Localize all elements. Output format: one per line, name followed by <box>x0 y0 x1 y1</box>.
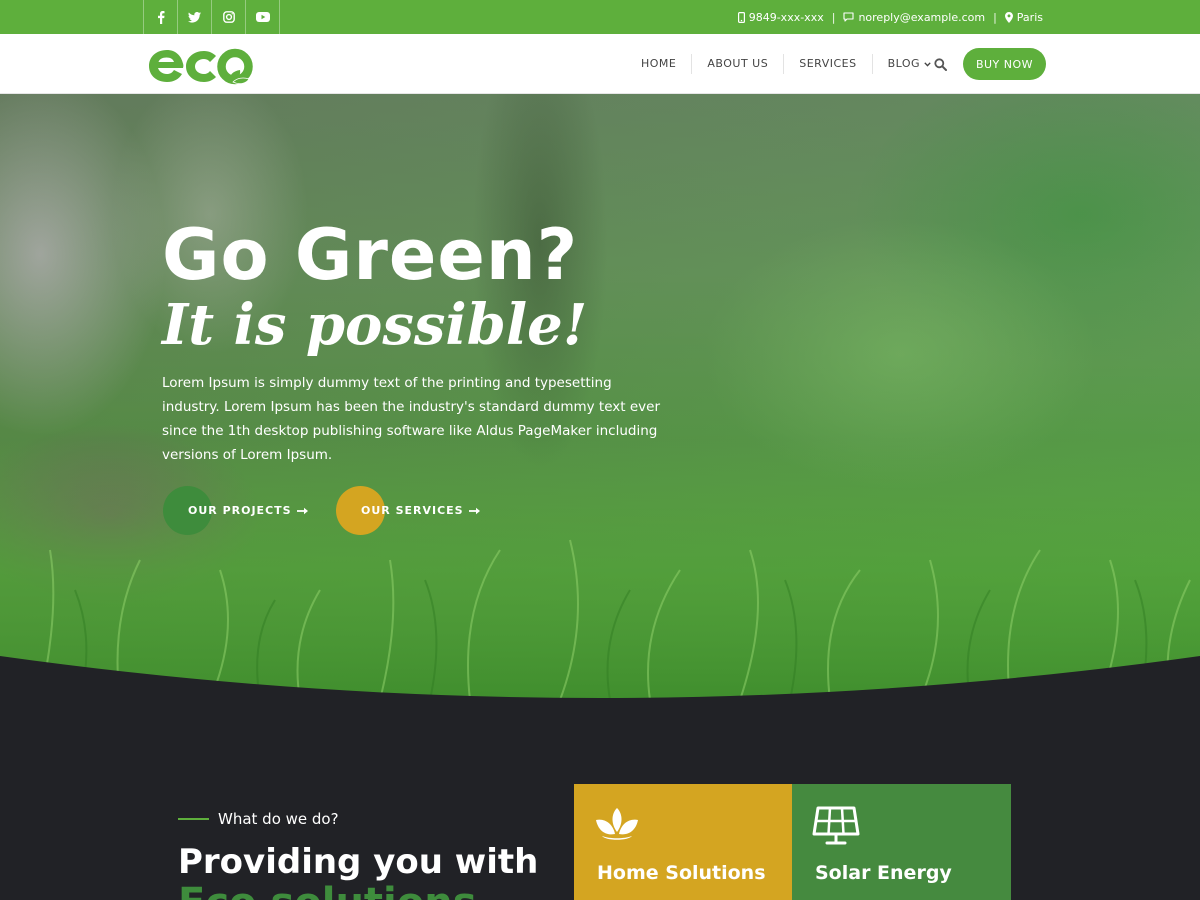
top-bar: 9849-xxx-xxx | noreply@example.com | Par… <box>0 0 1200 34</box>
arrow-right-icon <box>296 507 308 514</box>
location-item: Paris <box>1004 10 1043 24</box>
youtube-icon <box>255 12 270 22</box>
main-nav: HOME ABOUT US SERVICES BLOG <box>626 34 946 94</box>
phone-icon <box>737 11 745 23</box>
hero-subtitle: It is possible! <box>162 292 588 358</box>
phone-item: 9849-xxx-xxx <box>737 10 824 24</box>
eyebrow-line <box>178 818 209 820</box>
hero-bottom-curve <box>0 656 1200 700</box>
email-address: noreply@example.com <box>858 10 986 24</box>
separator: | <box>993 10 997 24</box>
section-heading-accent: Eco solutions <box>178 880 477 900</box>
site-header: HOME ABOUT US SERVICES BLOG BUY NOW <box>0 34 1200 94</box>
hero-description: Lorem Ipsum is simply dummy text of the … <box>162 375 661 463</box>
social-links <box>143 0 280 34</box>
logo-icon <box>149 48 253 85</box>
arrow-right-icon <box>468 507 480 514</box>
nav-blog-label: BLOG <box>887 57 921 70</box>
search-icon <box>934 58 947 71</box>
section-eyebrow: What do we do? <box>178 810 339 828</box>
instagram-link[interactable] <box>212 0 246 34</box>
nav-services-label: SERVICES <box>799 57 857 70</box>
twitter-icon <box>188 11 201 23</box>
search-button[interactable] <box>934 56 950 72</box>
home-solutions-title: Home Solutions <box>597 862 766 884</box>
comment-icon <box>843 12 854 22</box>
facebook-icon <box>157 10 164 24</box>
our-projects-button[interactable]: OUR PROJECTS <box>163 486 309 535</box>
eyebrow-text: What do we do? <box>218 810 339 828</box>
email-item[interactable]: noreply@example.com <box>843 11 985 24</box>
youtube-link[interactable] <box>246 0 280 34</box>
services-section: What do we do? Providing you with Eco so… <box>0 700 1200 900</box>
solar-energy-title: Solar Energy <box>815 862 952 884</box>
section-heading: Providing you with <box>178 842 539 882</box>
nav-about-label: ABOUT US <box>707 57 769 70</box>
twitter-link[interactable] <box>178 0 212 34</box>
our-services-label: OUR SERVICES <box>361 504 481 517</box>
buy-now-button[interactable]: BUY NOW <box>963 48 1046 80</box>
our-services-text: OUR SERVICES <box>361 504 464 517</box>
phone-number: 9849-xxx-xxx <box>748 10 824 24</box>
our-services-button[interactable]: OUR SERVICES <box>336 486 481 535</box>
solar-panel-icon <box>812 806 860 845</box>
nav-services[interactable]: SERVICES <box>784 54 873 74</box>
nav-about-us[interactable]: ABOUT US <box>692 54 785 74</box>
hero-section: Go Green? It is possible! Lorem Ipsum is… <box>0 94 1200 700</box>
location-text: Paris <box>1016 10 1043 24</box>
hero-title: Go Green? <box>162 214 579 296</box>
solar-energy-card[interactable]: Solar Energy <box>792 784 1011 900</box>
home-solutions-card[interactable]: Home Solutions <box>574 784 792 900</box>
lotus-icon <box>596 808 638 840</box>
our-projects-label: OUR PROJECTS <box>188 504 309 517</box>
chevron-down-icon <box>924 61 931 67</box>
contact-info: 9849-xxx-xxx | noreply@example.com | Par… <box>737 0 1043 34</box>
map-marker-icon <box>1004 11 1013 23</box>
nav-home[interactable]: HOME <box>626 54 693 74</box>
eco-logo[interactable] <box>147 42 257 86</box>
instagram-icon <box>222 11 235 23</box>
our-projects-text: OUR PROJECTS <box>188 504 292 517</box>
nav-home-label: HOME <box>641 57 677 70</box>
facebook-link[interactable] <box>144 0 178 34</box>
separator: | <box>831 10 836 24</box>
